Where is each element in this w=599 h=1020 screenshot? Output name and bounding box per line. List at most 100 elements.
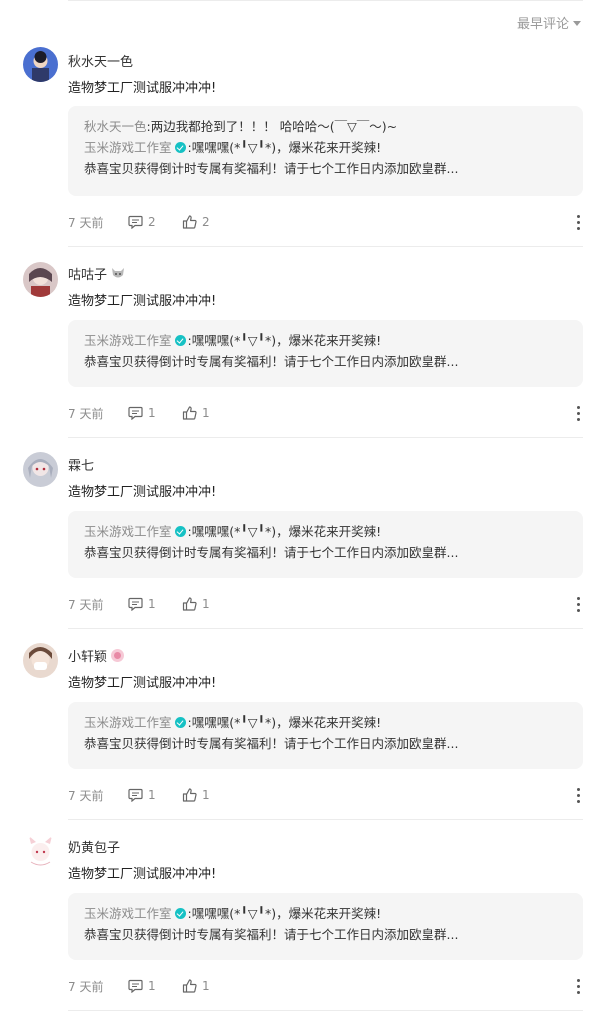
reply-author[interactable]: 玉米游戏工作室: [84, 715, 172, 730]
reply-line: 玉米游戏工作室:嘿嘿嘿(*╹▽╹*)，爆米花来开奖辣!: [84, 333, 382, 348]
comment-icon: [128, 406, 143, 420]
reply-author[interactable]: 玉米游戏工作室: [84, 333, 172, 348]
like-count: 1: [202, 597, 210, 611]
username[interactable]: 秋水天一色: [68, 51, 133, 70]
reply-button[interactable]: 2: [128, 215, 182, 229]
reply-text: 恭喜宝贝获得倒计时专属有奖福利！请于七个工作日内添加欧皇群...: [84, 736, 459, 751]
more-vertical-icon[interactable]: [573, 787, 583, 803]
like-button[interactable]: 1: [182, 597, 236, 611]
more-vertical-icon[interactable]: [573, 405, 583, 421]
reply-line: 恭喜宝贝获得倒计时专属有奖福利！请于七个工作日内添加欧皇群...: [84, 351, 567, 372]
divider: [68, 819, 583, 820]
like-count: 1: [202, 788, 210, 802]
reply-box[interactable]: 玉米游戏工作室:嘿嘿嘿(*╹▽╹*)，爆米花来开奖辣! 恭喜宝贝获得倒计时专属有…: [68, 320, 583, 387]
timestamp: 7 天前: [68, 597, 104, 612]
avatar[interactable]: [23, 452, 58, 487]
thumbs-up-icon: [182, 406, 197, 420]
comment-text: 造物梦工厂测试服冲冲冲!: [68, 867, 217, 882]
reply-text: 嘿嘿嘿(*╹▽╹*)，爆米花来开奖辣!: [191, 140, 382, 155]
reply-text: 恭喜宝贝获得倒计时专属有奖福利！请于七个工作日内添加欧皇群...: [84, 354, 459, 369]
reply-count: 1: [148, 788, 156, 802]
reply-count: 1: [148, 979, 156, 993]
more-vertical-icon[interactable]: [573, 214, 583, 230]
like-button[interactable]: 1: [182, 788, 236, 802]
comment-meta: 7 天前 1 1: [68, 978, 583, 994]
avatar[interactable]: [23, 47, 58, 82]
avatar[interactable]: [23, 643, 58, 678]
like-button[interactable]: 1: [182, 979, 236, 993]
divider: [68, 1010, 583, 1011]
thumbs-up-icon: [182, 215, 197, 229]
reply-box[interactable]: 玉米游戏工作室:嘿嘿嘿(*╹▽╹*)，爆米花来开奖辣! 恭喜宝贝获得倒计时专属有…: [68, 893, 583, 960]
verified-icon: [174, 335, 186, 346]
reply-count: 2: [148, 215, 156, 229]
divider: [68, 246, 583, 247]
timestamp: 7 天前: [68, 215, 104, 230]
reply-box[interactable]: 玉米游戏工作室:嘿嘿嘿(*╹▽╹*)，爆米花来开奖辣! 恭喜宝贝获得倒计时专属有…: [68, 702, 583, 769]
username[interactable]: 小轩颖: [68, 646, 125, 665]
username[interactable]: 奶黄包子: [68, 837, 120, 856]
thumbs-up-icon: [182, 788, 197, 802]
reply-line: 恭喜宝贝获得倒计时专属有奖福利！请于七个工作日内添加欧皇群...: [84, 542, 567, 563]
sort-dropdown[interactable]: 最早评论: [517, 13, 581, 32]
like-button[interactable]: 1: [182, 406, 236, 420]
reply-text: 两边我都抢到了！！！ 哈哈哈～(￣▽￣～)~: [150, 119, 398, 134]
reply-author[interactable]: 玉米游戏工作室: [84, 524, 172, 539]
reply-text: 嘿嘿嘿(*╹▽╹*)，爆米花来开奖辣!: [191, 906, 382, 921]
divider: [68, 628, 583, 629]
like-count: 1: [202, 979, 210, 993]
more-vertical-icon[interactable]: [573, 596, 583, 612]
reply-text: 嘿嘿嘿(*╹▽╹*)，爆米花来开奖辣!: [191, 333, 382, 348]
avatar[interactable]: [23, 262, 58, 297]
reply-text: 嘿嘿嘿(*╹▽╹*)，爆米花来开奖辣!: [191, 524, 382, 539]
comment-icon: [128, 215, 143, 229]
reply-text: 恭喜宝贝获得倒计时专属有奖福利！请于七个工作日内添加欧皇群...: [84, 927, 459, 942]
avatar[interactable]: [23, 834, 58, 869]
like-button[interactable]: 2: [182, 215, 236, 229]
verified-icon: [174, 142, 186, 153]
like-count: 2: [202, 215, 210, 229]
comment-icon: [128, 979, 143, 993]
reply-line: 恭喜宝贝获得倒计时专属有奖福利！请于七个工作日内添加欧皇群...: [84, 733, 567, 754]
reply-author[interactable]: 玉米游戏工作室: [84, 140, 172, 155]
timestamp: 7 天前: [68, 788, 104, 803]
username[interactable]: 霖七: [68, 455, 94, 474]
like-count: 1: [202, 406, 210, 420]
reply-line: 玉米游戏工作室:嘿嘿嘿(*╹▽╹*)，爆米花来开奖辣!: [84, 906, 382, 921]
timestamp: 7 天前: [68, 406, 104, 421]
reply-button[interactable]: 1: [128, 979, 182, 993]
verified-icon: [174, 717, 186, 728]
sort-label: 最早评论: [516, 17, 569, 32]
reply-box[interactable]: 秋水天一色:两边我都抢到了！！！ 哈哈哈～(￣▽￣～)~ 玉米游戏工作室:嘿嘿嘿…: [68, 106, 583, 196]
verified-icon: [174, 908, 186, 919]
comment-meta: 7 天前 1 1: [68, 596, 583, 612]
reply-line: 玉米游戏工作室:嘿嘿嘿(*╹▽╹*)，爆米花来开奖辣!: [84, 524, 382, 539]
wolf-badge-icon: [111, 267, 125, 280]
comment-text: 造物梦工厂测试服冲冲冲!: [68, 294, 217, 309]
reply-author[interactable]: 秋水天一色: [84, 119, 147, 134]
reply-button[interactable]: 1: [128, 597, 182, 611]
reply-button[interactable]: 1: [128, 788, 182, 802]
reply-author[interactable]: 玉米游戏工作室: [84, 906, 172, 921]
comment-icon: [128, 788, 143, 802]
comment-icon: [128, 597, 143, 611]
divider: [68, 0, 583, 1]
more-vertical-icon[interactable]: [573, 978, 583, 994]
reply-text: 嘿嘿嘿(*╹▽╹*)，爆米花来开奖辣!: [191, 715, 382, 730]
reply-line: 恭喜宝贝获得倒计时专属有奖福利！请于七个工作日内添加欧皇群...: [84, 158, 567, 179]
comment-meta: 7 天前 2 2: [68, 214, 583, 230]
verified-icon: [174, 526, 186, 537]
comment-meta: 7 天前 1 1: [68, 405, 583, 421]
reply-line: 玉米游戏工作室:嘿嘿嘿(*╹▽╹*)，爆米花来开奖辣!: [84, 140, 382, 155]
username[interactable]: 咕咕子: [68, 264, 125, 283]
comments-page: 最早评论 秋水天一色 造物梦工厂测试服冲冲冲! 秋水天一色:两边我都抢到了！！！…: [0, 0, 599, 1020]
reply-box[interactable]: 玉米游戏工作室:嘿嘿嘿(*╹▽╹*)，爆米花来开奖辣! 恭喜宝贝获得倒计时专属有…: [68, 511, 583, 578]
reply-count: 1: [148, 597, 156, 611]
comment-text: 造物梦工厂测试服冲冲冲!: [68, 485, 217, 500]
comment-text: 造物梦工厂测试服冲冲冲!: [68, 81, 217, 96]
thumbs-up-icon: [182, 979, 197, 993]
comment-text: 造物梦工厂测试服冲冲冲!: [68, 676, 217, 691]
timestamp: 7 天前: [68, 979, 104, 994]
reply-text: 恭喜宝贝获得倒计时专属有奖福利！请于七个工作日内添加欧皇群...: [84, 161, 459, 176]
reply-button[interactable]: 1: [128, 406, 182, 420]
